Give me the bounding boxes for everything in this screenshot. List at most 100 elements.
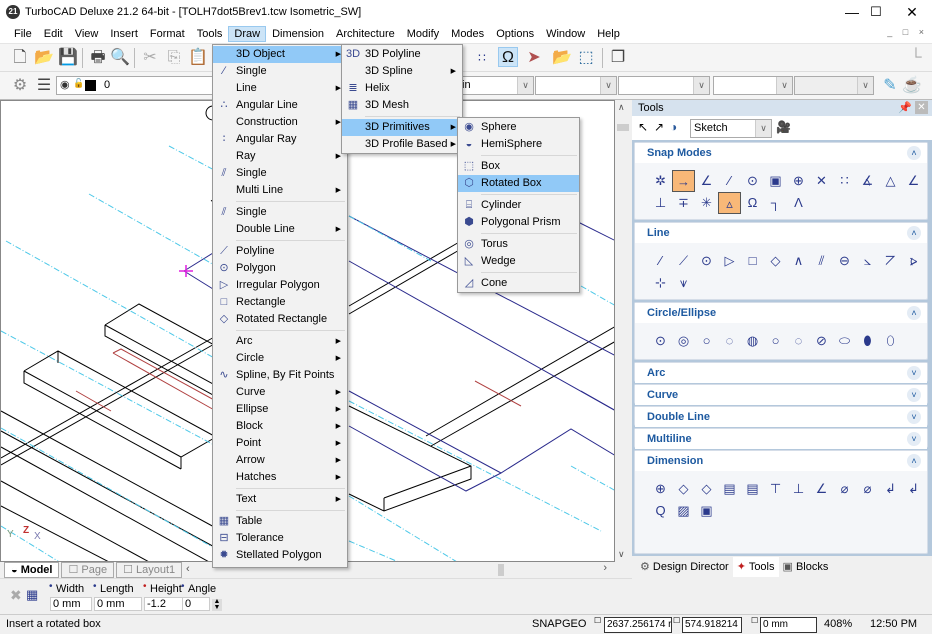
collapse-icon[interactable]: ˄ bbox=[907, 226, 921, 240]
circle-ellipse-tool-icon[interactable]: ◍ bbox=[741, 330, 764, 352]
line-tool-icon[interactable]: □ bbox=[741, 250, 764, 272]
menu-item-block[interactable]: Block ▶ bbox=[213, 418, 347, 435]
menu-item-single[interactable]: ∕ Single bbox=[213, 63, 347, 80]
snap-modes-tool-icon[interactable]: ✲ bbox=[649, 170, 672, 192]
menu-item-hatches[interactable]: Hatches ▶ bbox=[213, 469, 347, 486]
section-header[interactable]: Dimension bbox=[635, 451, 927, 471]
menu-architecture[interactable]: Architecture bbox=[330, 26, 401, 42]
collapse-icon[interactable]: ˄ bbox=[907, 454, 921, 468]
chevron-down-icon[interactable]: ∨ bbox=[517, 77, 533, 94]
snap-modes-tool-icon[interactable]: ∡ bbox=[856, 170, 879, 192]
collapse-icon[interactable]: ˄ bbox=[907, 146, 921, 160]
chevron-down-icon[interactable]: ∨ bbox=[755, 120, 771, 137]
dimension-tool-icon[interactable]: ▤ bbox=[741, 478, 764, 500]
layers-icon[interactable]: ☰ bbox=[34, 76, 54, 96]
snap-modes-tool-icon[interactable]: ┐ bbox=[764, 192, 787, 214]
tab-model[interactable]: ◒ Model bbox=[4, 562, 60, 578]
geo-toggle[interactable]: GEO bbox=[562, 618, 586, 630]
menu-item-single[interactable]: ⫽ Single bbox=[213, 204, 347, 221]
menu-format[interactable]: Format bbox=[144, 26, 191, 42]
menu-item-polyline[interactable]: ⟋ Polyline bbox=[213, 243, 347, 260]
snap-modes-tool-icon[interactable]: Ω bbox=[741, 192, 764, 214]
width-lock-icon[interactable]: • bbox=[49, 581, 53, 592]
lock-icon[interactable]: 🔓 bbox=[73, 78, 84, 89]
snap-modes-tool-icon[interactable]: ▵ bbox=[718, 192, 741, 214]
section-header[interactable]: Multiline bbox=[635, 429, 927, 449]
style-combo-1[interactable]: ∨ bbox=[535, 76, 617, 95]
circle-ellipse-tool-icon[interactable]: ○ bbox=[764, 330, 787, 352]
menu-item-3d-object[interactable]: 3D Object ▶ bbox=[213, 46, 347, 63]
circle-ellipse-tool-icon[interactable]: ◎ bbox=[672, 330, 695, 352]
tab-layout1[interactable]: ☐ Layout1 bbox=[116, 562, 183, 578]
y-coordinate-field[interactable]: 574.918214 m bbox=[682, 617, 742, 633]
3d-view-icon[interactable]: ⬚ bbox=[576, 48, 596, 68]
unit-combo[interactable]: in ∨ bbox=[458, 76, 534, 95]
dimension-tool-icon[interactable]: ◇ bbox=[695, 478, 718, 500]
menu-item-cylinder[interactable]: ⌸ Cylinder bbox=[458, 197, 579, 214]
palette-close-icon[interactable]: ✕ bbox=[915, 101, 928, 114]
dimension-tool-icon[interactable]: ◇ bbox=[672, 478, 695, 500]
expand-icon[interactable]: ˅ bbox=[907, 410, 921, 424]
menu-item-angular-line[interactable]: ∴ Angular Line bbox=[213, 97, 347, 114]
snap-modes-tool-icon[interactable]: ▣ bbox=[764, 170, 787, 192]
height-lock-icon[interactable]: • bbox=[143, 581, 147, 592]
section-header[interactable]: Circle/Ellipse bbox=[635, 303, 927, 323]
chevron-down-icon[interactable]: ∨ bbox=[857, 77, 873, 94]
cancel-icon[interactable]: ✖ bbox=[10, 587, 22, 604]
expand-icon[interactable]: ˅ bbox=[907, 432, 921, 446]
menu-item-ray[interactable]: Ray ▶ bbox=[213, 148, 347, 165]
eye-icon[interactable]: ◉ bbox=[60, 78, 70, 91]
layer-combo[interactable]: ◉ 🔓 0 bbox=[56, 76, 216, 95]
expand-icon[interactable]: ˅ bbox=[907, 388, 921, 402]
menu-item-arc[interactable]: Arc ▶ bbox=[213, 333, 347, 350]
menu-window[interactable]: Window bbox=[540, 26, 591, 42]
menu-item-polygon[interactable]: ⊙ Polygon bbox=[213, 260, 347, 277]
scroll-up-icon[interactable]: ∧ bbox=[618, 102, 625, 113]
menu-item-spline-by-fit-points[interactable]: ∿ Spline, By Fit Points bbox=[213, 367, 347, 384]
menu-item-text[interactable]: Text ▶ bbox=[213, 491, 347, 508]
menu-help[interactable]: Help bbox=[591, 26, 626, 42]
dimension-tool-icon[interactable]: ▣ bbox=[695, 500, 718, 522]
angle-input[interactable]: 0 bbox=[182, 597, 210, 611]
maximize-button[interactable]: ☐ bbox=[856, 0, 896, 24]
menu-insert[interactable]: Insert bbox=[104, 26, 144, 42]
x-coordinate-field[interactable]: 2637.256174 r bbox=[604, 617, 672, 633]
new-file-icon[interactable]: 🗋 bbox=[10, 48, 30, 68]
vertical-scroll-thumb[interactable] bbox=[617, 124, 629, 131]
snap-modes-tool-icon[interactable]: ⊥ bbox=[649, 192, 672, 214]
snap-modes-tool-icon[interactable]: △ bbox=[879, 170, 902, 192]
circle-ellipse-tool-icon[interactable]: ○ bbox=[695, 330, 718, 352]
open-folder-icon[interactable]: 📂 bbox=[552, 48, 572, 68]
dimension-tool-icon[interactable]: ∠ bbox=[810, 478, 833, 500]
line-tool-icon[interactable]: ⫽ bbox=[810, 250, 833, 272]
menu-modes[interactable]: Modes bbox=[445, 26, 490, 42]
snap-modes-tool-icon[interactable]: ∠ bbox=[695, 170, 718, 192]
menu-item-irregular-polygon[interactable]: ▷ Irregular Polygon bbox=[213, 277, 347, 294]
dimension-tool-icon[interactable]: Q bbox=[649, 500, 672, 522]
line-tool-icon[interactable]: ⩛ bbox=[672, 272, 695, 294]
expand-icon[interactable]: ˅ bbox=[907, 366, 921, 380]
snap-modes-tool-icon[interactable]: Λ bbox=[787, 192, 810, 214]
node-select-icon[interactable]: ↗ bbox=[654, 120, 664, 134]
globe-icon[interactable]: ◑ bbox=[670, 120, 677, 134]
dimension-tool-icon[interactable]: ▨ bbox=[672, 500, 695, 522]
menu-item-sphere[interactable]: ◉ Sphere bbox=[458, 119, 579, 136]
snap-modes-tool-icon[interactable]: ∕ bbox=[718, 170, 741, 192]
chevron-down-icon[interactable]: ∨ bbox=[693, 77, 709, 94]
snap-modes-tool-icon[interactable]: ∷ bbox=[833, 170, 856, 192]
dimension-tool-icon[interactable]: ⌀ bbox=[856, 478, 879, 500]
table-icon[interactable]: ▦ bbox=[26, 587, 38, 603]
circle-ellipse-tool-icon[interactable]: ⬯ bbox=[879, 330, 902, 352]
menu-item-arrow[interactable]: Arrow ▶ bbox=[213, 452, 347, 469]
line-tool-icon[interactable]: ▷ bbox=[718, 250, 741, 272]
style-combo-3[interactable]: ∨ bbox=[713, 76, 793, 95]
grid-icon[interactable]: ∷ bbox=[472, 48, 492, 68]
menu-dimension[interactable]: Dimension bbox=[266, 26, 330, 42]
menu-item-3d-mesh[interactable]: ▦ 3D Mesh bbox=[342, 97, 462, 114]
menu-item-3d-polyline[interactable]: 3D 3D Polyline bbox=[342, 46, 462, 63]
line-tool-icon[interactable]: ∧ bbox=[787, 250, 810, 272]
paste-icon[interactable]: 📋 bbox=[188, 48, 208, 68]
menu-view[interactable]: View bbox=[69, 26, 105, 42]
section-header[interactable]: Double Line bbox=[635, 407, 927, 427]
menu-item-construction[interactable]: Construction ▶ bbox=[213, 114, 347, 131]
